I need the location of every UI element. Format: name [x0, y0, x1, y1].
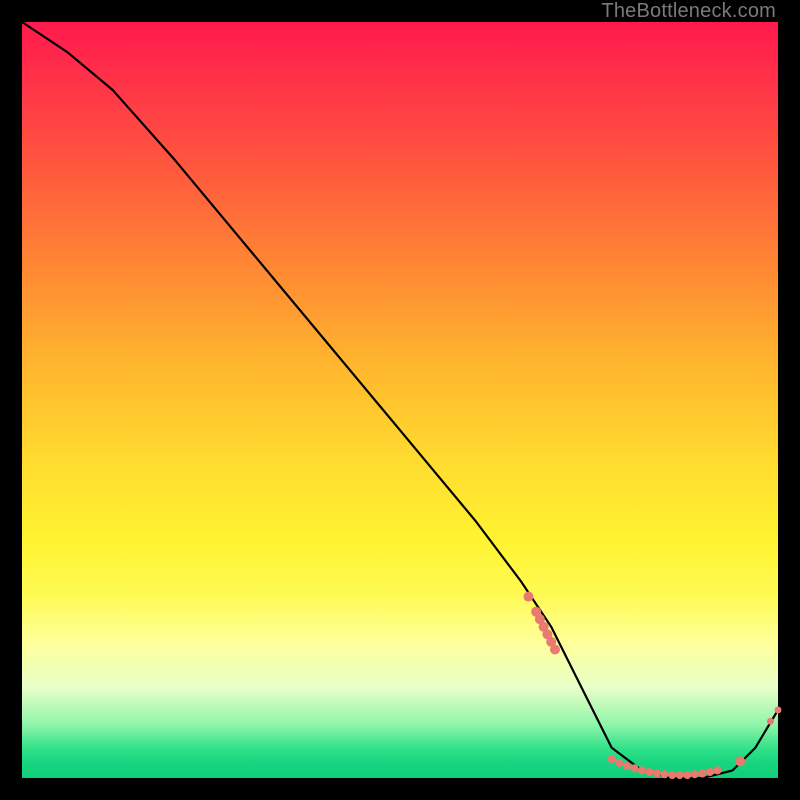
highlighted-points — [524, 592, 782, 779]
data-point — [668, 771, 676, 779]
data-point — [524, 592, 534, 602]
watermark-text: TheBottleneck.com — [601, 0, 776, 23]
data-point — [706, 768, 714, 776]
data-point — [661, 770, 669, 778]
data-point — [608, 755, 616, 763]
data-point — [775, 707, 782, 714]
data-point — [735, 756, 745, 766]
data-point — [767, 718, 774, 725]
data-point — [550, 645, 560, 655]
data-point — [615, 759, 623, 767]
data-point — [638, 766, 646, 774]
data-point — [676, 771, 684, 779]
plot-area — [22, 22, 778, 778]
chart-svg — [22, 22, 778, 778]
chart-frame: TheBottleneck.com — [0, 0, 800, 800]
data-point — [630, 764, 638, 772]
data-point — [623, 762, 631, 770]
data-point — [683, 771, 691, 779]
bottleneck-curve — [22, 22, 778, 778]
data-point — [698, 770, 706, 778]
data-point — [653, 770, 661, 778]
data-point — [691, 770, 699, 778]
data-point — [646, 768, 654, 776]
data-point — [714, 766, 722, 774]
